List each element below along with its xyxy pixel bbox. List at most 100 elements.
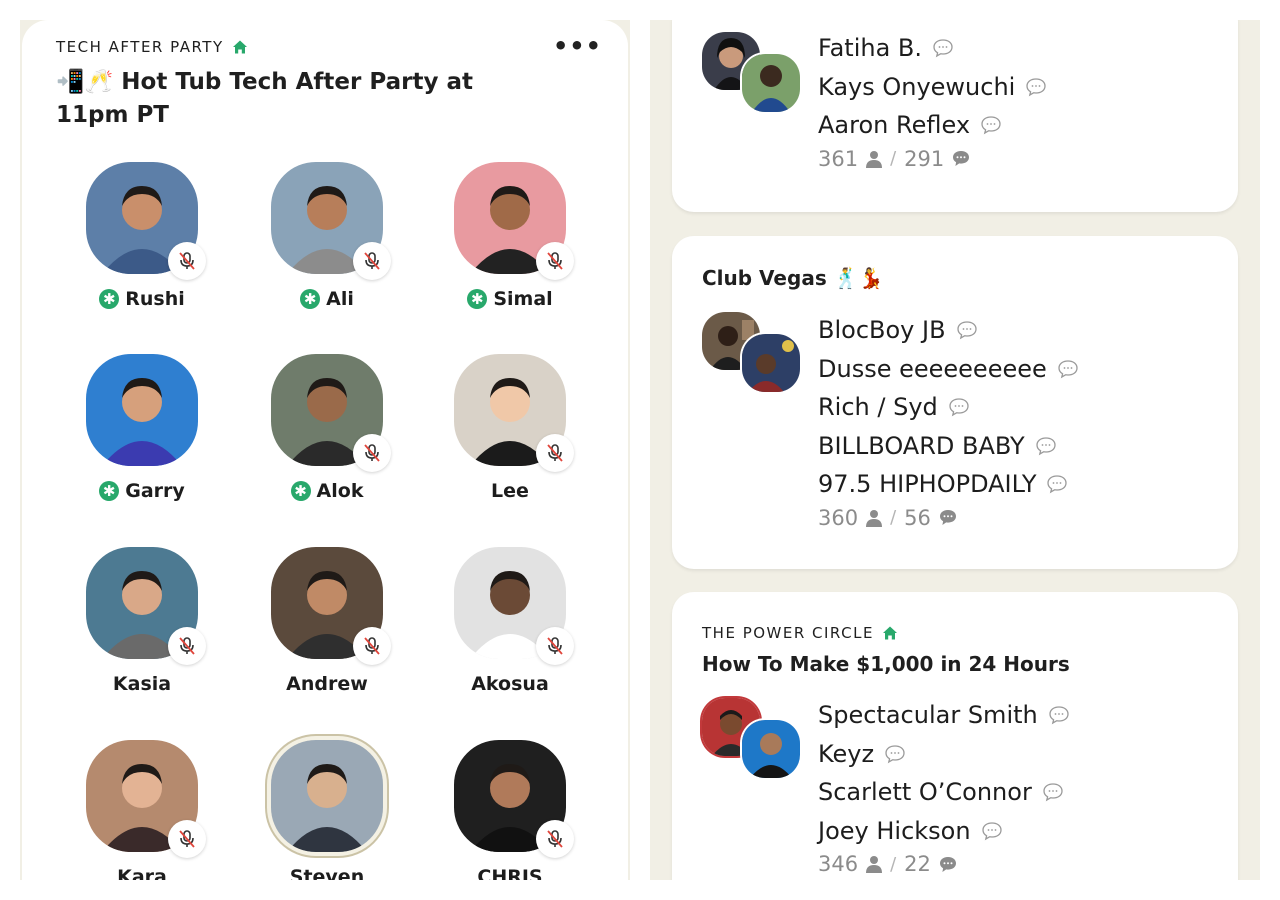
room-member-name: BlocBoy JB [818,316,946,344]
speaker-name: Kasia [112,673,172,695]
room-club-tag[interactable]: TECH AFTER PARTY [56,38,248,56]
mic-muted-icon [547,252,563,270]
room-card-members: Spectacular Smith Keyz Scarlett O’Connor Jo… [818,696,1070,876]
speaker-name: Alok [316,480,364,502]
speech-bubble-icon [956,321,977,340]
mute-indicator [353,242,391,280]
speaker-tile[interactable]: ✱ Garry [62,354,222,502]
room-member-name: BILLBOARD BABY [818,431,1025,460]
person-icon [866,150,883,168]
room-card-1[interactable]: Fatiha B. Kays Onyewuchi Aaron Reflex 361 / 2… [672,20,1238,212]
speech-bubble-icon [1047,475,1068,494]
speech-bubble-icon [949,398,969,417]
room-stats: 361 / 291 [818,147,1047,171]
mic-muted-icon [364,637,380,655]
speaker-name: Ali [326,288,354,310]
listener-count: 346 [818,852,859,876]
person-icon [866,509,883,527]
mute-indicator [168,820,206,858]
moderator-badge-icon: ✱ [99,289,120,309]
speaker-tile[interactable]: Steven [247,740,407,880]
room-card-avatars [702,32,802,114]
avatar-wrapper [454,354,574,472]
room-member: Fatiha B. [818,29,1047,68]
room-card-title: Club Vegas 🕺💃 [702,266,884,290]
speaker-name-row: ✱ Garry [62,480,222,502]
speaker-tile[interactable]: CHRIS [430,740,590,880]
speaker-name: Garry [125,480,185,502]
room-card-2[interactable]: Club Vegas 🕺💃 BlocBoy JB Dusse eeeeeeeeee… [672,236,1238,569]
room-card-avatars [702,312,802,394]
room-card-3[interactable]: THE POWER CIRCLE How To Make $1,000 in 2… [672,592,1238,880]
speaker-name: Lee [491,480,529,502]
speech-bubble-icon [933,39,953,58]
room-card-title: How To Make $1,000 in 24 Hours [702,652,1070,676]
mic-muted-icon [364,444,380,462]
avatar-wrapper [271,162,391,280]
speaker-name-row: ✱ Alok [247,480,407,502]
room-card-club[interactable]: THE POWER CIRCLE [702,624,898,642]
moderator-badge-icon: ✱ [99,481,120,501]
avatar-wrapper [86,547,206,665]
room-club-name[interactable]: TECH AFTER PARTY [56,38,224,56]
speaker-tile[interactable]: ✱ Ali [247,162,407,310]
room-member: Joey Hickson [818,812,1070,851]
speaker-name: Steven [289,866,365,880]
speaker-name: Akosua [471,673,549,695]
room-member-name: Scarlett O’Connor [818,778,1032,806]
speaker-name-row: Kara [62,866,222,880]
room-member: Scarlett O’Connor [818,773,1070,812]
avatar-wrapper [454,547,574,665]
room-card-club-name[interactable]: THE POWER CIRCLE [702,624,874,642]
room-member-name: Fatiha B. [818,34,923,62]
room-member-name: Rich / Syd [818,393,938,421]
mute-indicator [353,434,391,472]
room-stats: 346 / 22 [818,852,1070,876]
speaker-tile[interactable]: Kasia [62,547,222,695]
avatar [742,720,800,778]
speaker-tile[interactable]: Andrew [247,547,407,695]
room-member: Aaron Reflex [818,106,1047,145]
person-icon [866,856,883,873]
speaker-name: Rushi [125,288,185,310]
avatar[interactable] [86,354,198,466]
mic-muted-icon [179,252,195,270]
speech-bubble-icon [1036,437,1056,456]
mic-muted-icon [179,637,195,655]
speaker-name: Kara [117,866,167,880]
avatar [742,54,800,112]
room-title: 📲🥂 Hot Tub Tech After Party at 11pm PT [56,69,473,128]
speaker-tile[interactable]: ✱ Alok [247,354,407,502]
chat-icon [939,510,956,525]
room-stats: 360 / 56 [818,506,1079,530]
chat-icon [939,856,956,872]
room-member-name: Aaron Reflex [818,111,971,139]
speaker-name-row: Lee [430,480,590,502]
mute-indicator [168,242,206,280]
room-member: Dusse eeeeeeeeee [818,350,1079,389]
moderator-badge-icon: ✱ [290,481,311,501]
speaker-tile[interactable]: ✱ Simal [430,162,590,310]
stats-divider: / [890,148,897,169]
avatar-wrapper [86,740,206,858]
avatar[interactable] [271,740,383,852]
speaker-name-row: ✱ Simal [430,288,590,310]
speaker-tile[interactable]: ✱ Rushi [62,162,222,310]
room-member: Rich / Syd [818,388,1079,427]
stats-divider: / [890,507,897,528]
speaker-tile[interactable]: Lee [430,354,590,502]
room-member-name: Spectacular Smith [818,701,1038,729]
more-icon[interactable]: ••• [553,32,602,60]
speech-bubble-icon [981,116,1001,135]
mute-indicator [536,627,574,665]
room-card-members: Fatiha B. Kays Onyewuchi Aaron Reflex 361 / 2… [818,29,1047,171]
speaker-name-row: ✱ Rushi [62,288,222,310]
avatar-wrapper [271,354,391,472]
speaker-tile[interactable]: Akosua [430,547,590,695]
room-member-name: Dusse eeeeeeeeee [818,354,1047,383]
house-icon [882,626,897,640]
mute-indicator [536,434,574,472]
speaker-tile[interactable]: Kara [62,740,222,880]
chat-icon [953,151,970,166]
speaker-name-row: Kasia [62,673,222,695]
